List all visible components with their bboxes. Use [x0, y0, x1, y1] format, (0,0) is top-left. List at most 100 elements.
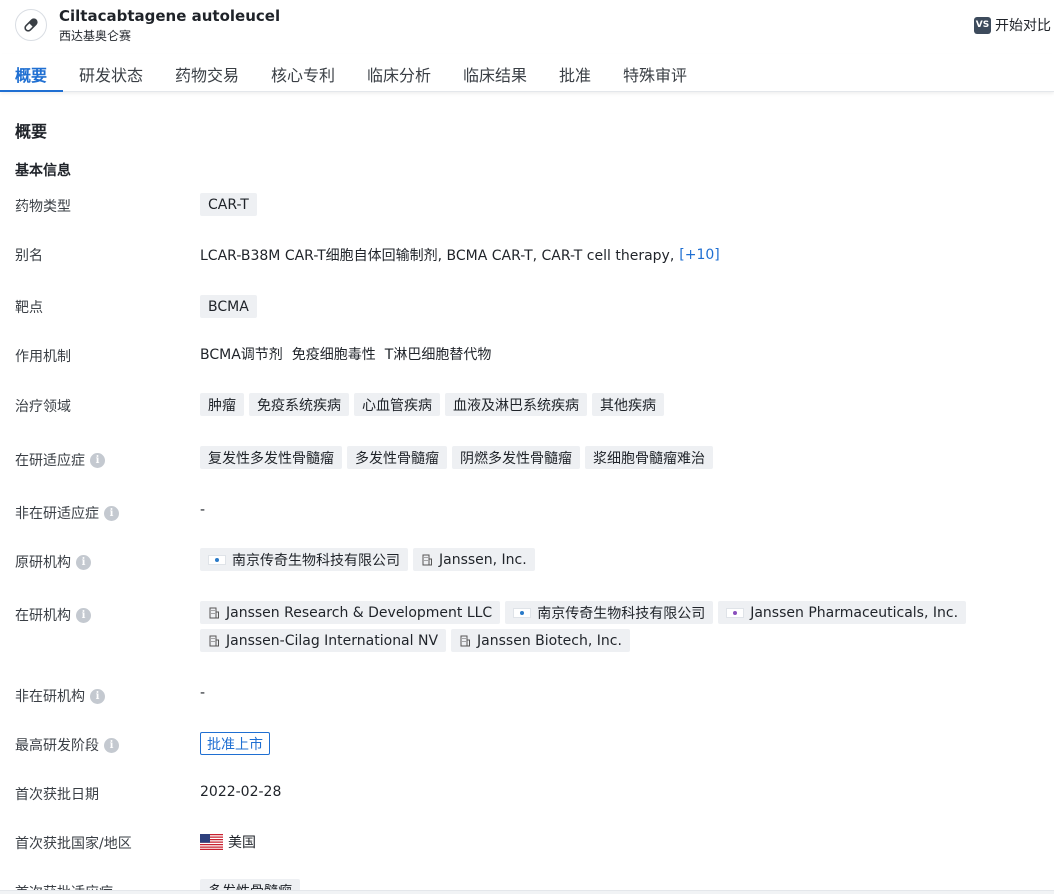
info-icon[interactable]: i	[104, 737, 119, 753]
row-label-therapeutic-area: 治疗领域	[15, 396, 71, 416]
info-icon[interactable]: i	[90, 688, 105, 704]
phase-badge: 批准上市	[200, 732, 270, 755]
tab-approval[interactable]: 批准	[559, 62, 591, 86]
row-value-first-approval-date: 2022-02-28	[200, 784, 281, 800]
start-compare-label: 开始对比	[995, 18, 1051, 34]
inactive-orgs-value: -	[200, 685, 206, 701]
mechanism-item[interactable]: 免疫细胞毒性	[292, 344, 376, 364]
row-value-active-orgs-line2: Janssen-Cilag International NV Janssen B…	[200, 629, 630, 652]
legend-logo-icon	[513, 607, 532, 618]
vs-icon: VS	[974, 16, 991, 34]
label-text: 原研机构	[15, 555, 71, 571]
info-icon[interactable]: i	[76, 607, 91, 623]
org-name: Janssen-Cilag International NV	[226, 632, 439, 649]
info-icon[interactable]: i	[104, 505, 119, 521]
row-value-first-approval-country: 美国	[200, 832, 256, 852]
label-text: 非在研机构	[15, 689, 85, 705]
row-value-drug-type: CAR-T	[200, 193, 257, 216]
row-label-drug-type: 药物类型	[15, 196, 71, 216]
indication-chip[interactable]: 阴燃多发性骨髓瘤	[452, 446, 580, 469]
start-compare-button[interactable]: VS 开始对比	[974, 15, 1051, 35]
indication-chip[interactable]: 多发性骨髓瘤	[347, 446, 447, 469]
bottom-scroll-edge	[0, 890, 1054, 894]
label-text: 治疗领域	[15, 399, 71, 415]
row-value-inactive-indication: -	[200, 502, 205, 518]
tab-overview[interactable]: 概要	[15, 62, 47, 86]
mechanism-item[interactable]: T淋巴细胞替代物	[385, 344, 492, 364]
org-chip[interactable]: Janssen Research & Development LLC	[200, 601, 501, 624]
tab-clinical-analysis[interactable]: 临床分析	[367, 62, 431, 86]
label-text: 非在研适应症	[15, 506, 99, 522]
therapeutic-area-chip[interactable]: 肿瘤	[200, 393, 244, 416]
org-name: Janssen, Inc.	[439, 551, 527, 568]
row-value-target: BCMA	[200, 295, 257, 318]
label-text: 作用机制	[15, 349, 71, 365]
target-chip[interactable]: BCMA	[200, 295, 257, 318]
indication-chip[interactable]: 复发性多发性骨髓瘤	[200, 446, 342, 469]
pill-icon	[15, 9, 47, 41]
row-value-active-indication: 复发性多发性骨髓瘤 多发性骨髓瘤 阴燃多发性骨髓瘤 浆细胞骨髓瘤难治	[200, 446, 713, 469]
row-label-first-approval-date: 首次获批日期	[15, 784, 99, 804]
first-approval-date: 2022-02-28	[200, 784, 282, 800]
row-value-active-orgs-line1: Janssen Research & Development LLC 南京传奇生…	[200, 601, 967, 624]
tab-special-review[interactable]: 特殊审评	[623, 62, 687, 86]
legend-logo-icon	[208, 554, 226, 565]
therapeutic-area-chip[interactable]: 其他疾病	[592, 393, 664, 416]
tab-clinical-results[interactable]: 临床结果	[463, 62, 527, 86]
drug-subname: 西达基奥仑赛	[59, 29, 132, 43]
org-name: 南京传奇生物科技有限公司	[537, 605, 706, 622]
org-chip[interactable]: Janssen-Cilag International NV	[200, 629, 447, 652]
row-label-originator: 原研机构 i	[15, 552, 91, 572]
row-label-highest-phase: 最高研发阶段 i	[15, 735, 119, 755]
active-tab-indicator	[0, 90, 63, 92]
label-text: 靶点	[15, 300, 43, 316]
building-icon	[422, 554, 432, 565]
org-chip[interactable]: Janssen Biotech, Inc.	[451, 629, 630, 652]
org-chip[interactable]: Janssen, Inc.	[413, 548, 535, 571]
row-label-mechanism: 作用机制	[15, 346, 71, 366]
label-text: 别名	[15, 248, 43, 264]
label-text: 最高研发阶段	[15, 738, 99, 754]
tab-rd-status[interactable]: 研发状态	[79, 62, 143, 86]
first-approval-country: 美国	[228, 835, 256, 851]
alias-more-link[interactable]: [+10]	[679, 247, 719, 263]
info-icon[interactable]: i	[76, 554, 91, 570]
building-icon	[209, 635, 219, 646]
subsection-title: 基本信息	[15, 163, 71, 179]
row-value-inactive-orgs: -	[200, 685, 205, 701]
inactive-indication-value: -	[200, 502, 206, 518]
alias-text: LCAR-B38M CAR-T细胞自体回输制剂, BCMA CAR-T, CAR…	[200, 248, 675, 264]
us-flag-icon	[200, 834, 223, 850]
label-text: 药物类型	[15, 199, 71, 215]
org-chip[interactable]: Janssen Pharmaceuticals, Inc.	[718, 601, 967, 624]
org-name: Janssen Research & Development LLC	[226, 604, 493, 621]
therapeutic-area-chip[interactable]: 免疫系统疾病	[249, 393, 349, 416]
drug-type-chip[interactable]: CAR-T	[200, 193, 257, 216]
org-chip[interactable]: 南京传奇生物科技有限公司	[200, 548, 408, 571]
org-name: Janssen Biotech, Inc.	[477, 632, 622, 649]
row-value-mechanism: BCMA调节剂 免疫细胞毒性 T淋巴细胞替代物	[200, 344, 495, 364]
info-icon[interactable]: i	[90, 452, 105, 468]
org-chip[interactable]: 南京传奇生物科技有限公司	[505, 601, 714, 624]
janssen-logo-icon	[726, 607, 745, 618]
drug-name: Ciltacabtagene autoleucel	[59, 7, 281, 25]
building-icon	[209, 607, 219, 618]
therapeutic-area-chip[interactable]: 血液及淋巴系统疾病	[445, 393, 587, 416]
therapeutic-area-chip[interactable]: 心血管疾病	[354, 393, 440, 416]
label-text: 首次获批国家/地区	[15, 836, 132, 852]
org-name: 南京传奇生物科技有限公司	[232, 552, 400, 569]
indication-chip[interactable]: 浆细胞骨髓瘤难治	[585, 446, 713, 469]
tab-bar: 概要 研发状态 药物交易 核心专利 临床分析 临床结果 批准 特殊审评	[0, 54, 1054, 92]
tab-drug-deals[interactable]: 药物交易	[175, 62, 239, 86]
section-title: 概要	[15, 122, 48, 141]
mechanism-item[interactable]: BCMA调节剂	[200, 344, 283, 364]
row-label-inactive-indication: 非在研适应症 i	[15, 503, 119, 523]
org-name: Janssen Pharmaceuticals, Inc.	[750, 604, 959, 621]
row-value-alias: LCAR-B38M CAR-T细胞自体回输制剂, BCMA CAR-T, CAR…	[200, 245, 720, 265]
row-label-active-indication: 在研适应症 i	[15, 450, 105, 470]
label-text: 首次获批日期	[15, 787, 99, 803]
row-label-inactive-orgs: 非在研机构 i	[15, 686, 105, 706]
tab-core-patents[interactable]: 核心专利	[271, 62, 335, 86]
row-value-therapeutic-area: 肿瘤 免疫系统疾病 心血管疾病 血液及淋巴系统疾病 其他疾病	[200, 393, 664, 416]
row-label-target: 靶点	[15, 297, 43, 317]
